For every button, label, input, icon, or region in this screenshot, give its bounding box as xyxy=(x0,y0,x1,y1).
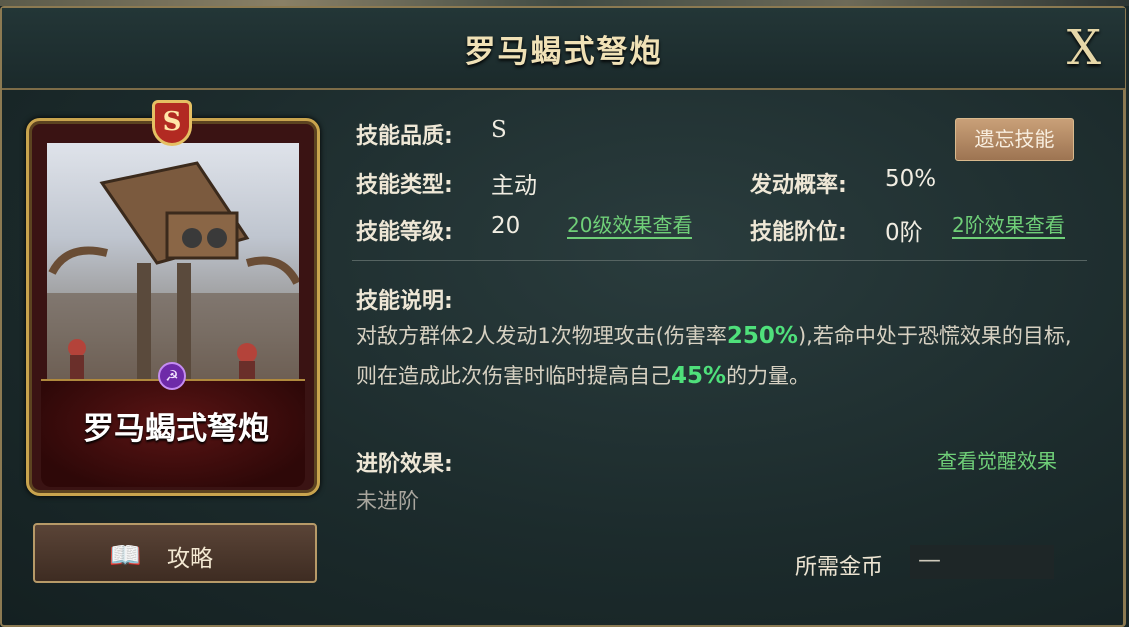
level-value: 20 xyxy=(491,213,521,239)
card-skill-name: 罗马蝎式弩炮 xyxy=(83,411,269,447)
dialog-title: 罗马蝎式弩炮 xyxy=(464,34,663,70)
skill-description: 对敌方群体2人发动1次物理攻击(伤害率250%),若命中处于恐慌效果的目标,则在… xyxy=(356,316,1076,396)
cost-value: — xyxy=(918,547,941,573)
description-label: 技能说明: xyxy=(356,289,453,314)
close-button[interactable]: X xyxy=(1067,24,1101,72)
level-label: 技能等级: xyxy=(356,220,453,245)
type-label: 技能类型: xyxy=(356,173,453,198)
awaken-effect-link[interactable]: 查看觉醒效果 xyxy=(937,445,1057,474)
trigger-rate-value: 50% xyxy=(885,166,937,192)
strength-bonus-highlight: 45% xyxy=(671,363,727,389)
book-icon: 📖 xyxy=(109,541,142,571)
trigger-rate-label: 发动概率: xyxy=(750,173,847,198)
cost-label: 所需金币 xyxy=(795,555,884,580)
grade-badge: S xyxy=(152,100,192,146)
advance-label: 进阶效果: xyxy=(356,452,453,477)
quality-value: S xyxy=(491,117,507,143)
guide-button-label: 攻略 xyxy=(167,546,213,572)
dialog-header: 罗马蝎式弩炮 X xyxy=(2,8,1125,90)
damage-rate-highlight: 250% xyxy=(726,323,798,349)
description-text-1: 对敌方群体2人发动1次物理攻击(伤害率 xyxy=(356,324,727,348)
faction-icon: ☭ xyxy=(158,362,186,390)
description-text-3: 的力量。 xyxy=(726,364,811,388)
type-value: 主动 xyxy=(491,173,537,199)
rank-value: 0阶 xyxy=(885,220,923,246)
guide-button[interactable]: 📖 攻略 xyxy=(33,523,317,583)
rank-effect-link[interactable]: 2阶效果查看 xyxy=(952,214,1065,239)
level-effect-link[interactable]: 20级效果查看 xyxy=(567,214,693,239)
skill-card: 罗马蝎式弩炮 xyxy=(26,118,320,496)
advance-status: 未进阶 xyxy=(356,489,419,513)
section-divider xyxy=(352,260,1087,261)
rank-label: 技能阶位: xyxy=(750,220,847,245)
forget-skill-button[interactable]: 遗忘技能 xyxy=(955,118,1074,161)
quality-label: 技能品质: xyxy=(356,124,453,149)
